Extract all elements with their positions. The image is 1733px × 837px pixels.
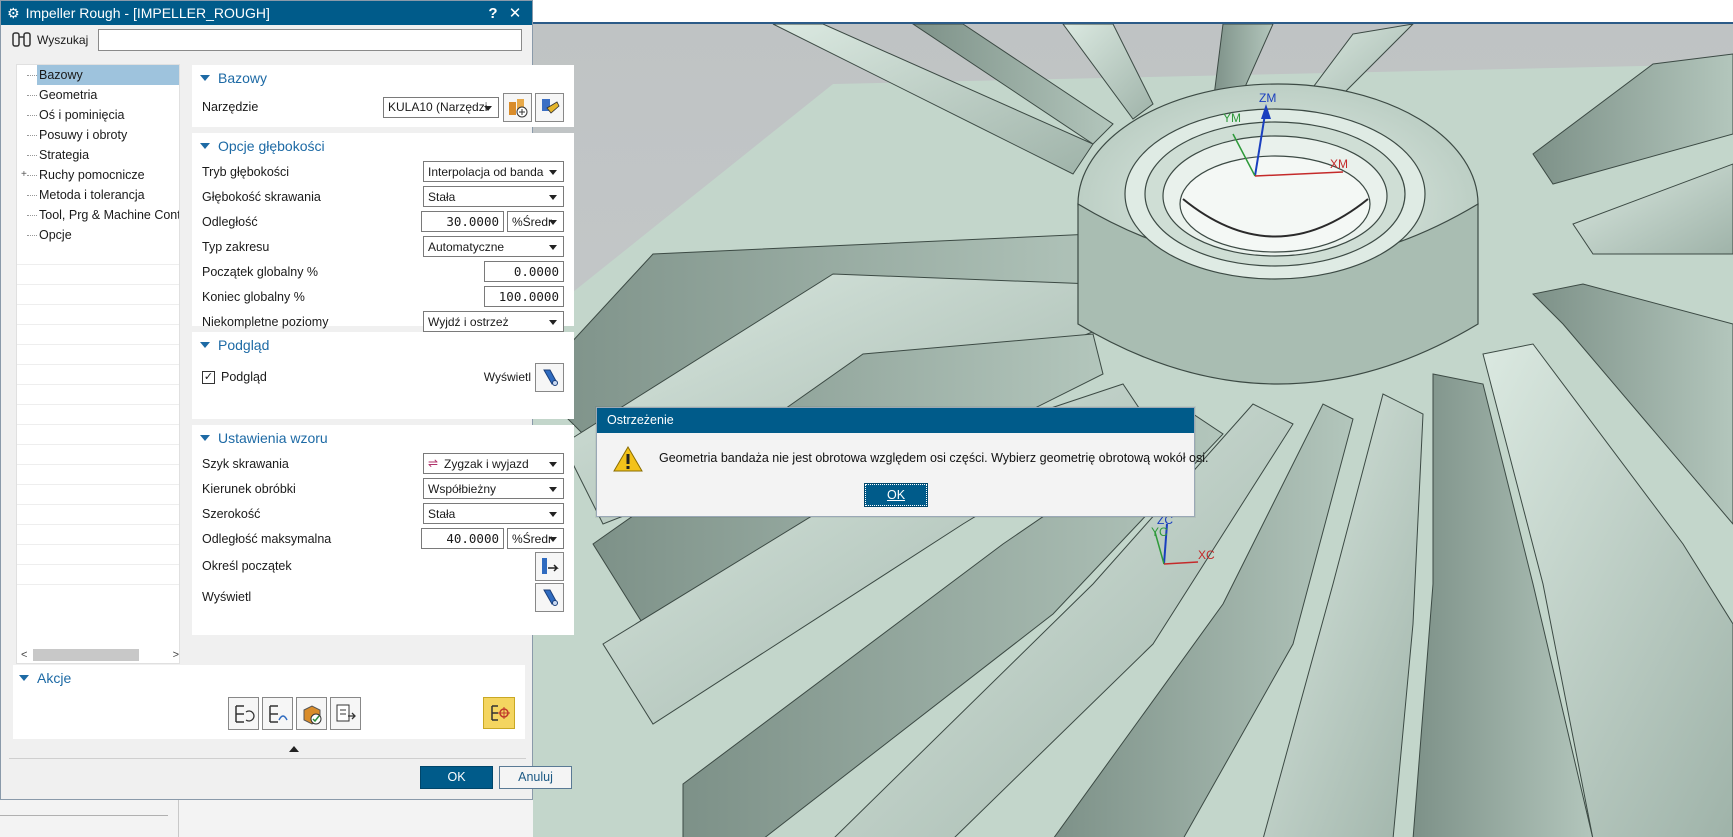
glebokosc-skrawania-label: Głębokość skrawania [202, 189, 321, 204]
tree-item-bazowy[interactable]: Bazowy [17, 65, 179, 85]
odleglosc-maksymalna-unit-select[interactable]: %Średr [507, 528, 564, 549]
tree-horizontal-scrollbar[interactable]: < > [17, 647, 179, 663]
warning-dialog: Ostrzeżenie Geometria bandaża nie jest o… [596, 407, 1208, 517]
background-divider [0, 815, 168, 816]
tree-item-opcje[interactable]: Opcje [17, 225, 179, 245]
warning-ok-button[interactable]: OK [864, 483, 928, 507]
background-divider [178, 800, 179, 837]
axis-label-xm: XM [1330, 157, 1348, 171]
group-podglad: Podgląd ✓ Podgląd Wyświetl [192, 332, 574, 419]
warning-title[interactable]: Ostrzeżenie [597, 408, 1194, 433]
tree-item-geometria[interactable]: Geometria [17, 85, 179, 105]
group-akcje: Akcje [13, 665, 525, 739]
niekompletne-poziomy-select[interactable]: Wyjdź i ostrzeż [423, 311, 564, 332]
tryb-glebokosci-select[interactable]: Interpolacja od banda [423, 161, 564, 182]
zigzag-icon: ⇌ [428, 456, 439, 470]
verify-icon[interactable] [296, 697, 327, 730]
expand-icon[interactable]: + [21, 165, 27, 185]
odleglosc-unit-select[interactable]: %Średr [507, 211, 564, 232]
scroll-left-button[interactable]: < [21, 649, 27, 661]
generate-icon[interactable] [228, 697, 259, 730]
koniec-globalny-label: Koniec globalny % [202, 289, 305, 304]
scroll-thumb[interactable] [33, 649, 139, 661]
tree-item-strategia[interactable]: Strategia [17, 145, 179, 165]
group-header-bazowy[interactable]: Bazowy [192, 65, 574, 91]
help-button[interactable]: ? [482, 5, 504, 22]
odleglosc-maksymalna-label: Odległość maksymalna [202, 531, 332, 546]
szerokosc-select[interactable]: Stała [423, 503, 564, 524]
tool-path-settings-icon[interactable] [483, 697, 515, 729]
ok-button[interactable]: OK [420, 766, 493, 789]
collapse-triangle-icon [19, 675, 29, 681]
poczatek-globalny-label: Początek globalny % [202, 264, 319, 279]
odleglosc-maksymalna-input[interactable]: 40.0000 [421, 528, 504, 549]
group-header-podglad[interactable]: Podgląd [192, 332, 574, 358]
search-label: Wyszukaj [37, 33, 89, 47]
poczatek-globalny-input[interactable]: 0.0000 [484, 261, 564, 282]
collapse-triangle-icon [200, 75, 210, 81]
impeller-rough-dialog: ⚙ Impeller Rough - [IMPELLER_ROUGH] ? ✕ … [0, 0, 574, 800]
kierunek-obrobki-label: Kierunek obróbki [202, 481, 296, 496]
okresl-poczatek-label: Określ początek [202, 559, 292, 573]
odleglosc-input[interactable]: 30.0000 [421, 211, 504, 232]
odleglosc-label: Odległość [202, 214, 258, 229]
koniec-globalny-input[interactable]: 100.0000 [484, 286, 564, 307]
tree-item-ruchy-pomocnicze[interactable]: + Ruchy pomocnicze [17, 165, 179, 185]
kierunek-obrobki-select[interactable]: Współbieżny [423, 478, 564, 499]
tree-item-os-i-pominiecia[interactable]: Oś i pominięcia [17, 105, 179, 125]
list-output-icon[interactable] [330, 697, 361, 730]
warning-icon [613, 446, 643, 475]
settings-panel: Bazowy Narzędzie KULA10 (Narzędzi Opcje … [192, 65, 574, 665]
axis-label-xc: XC [1198, 548, 1215, 562]
start-point-icon[interactable] [535, 551, 564, 581]
podglad-checkbox[interactable]: ✓ [202, 370, 215, 384]
cancel-button[interactable]: Anuluj [499, 766, 572, 789]
gear-icon: ⚙ [7, 4, 20, 21]
group-header-opcje-glebokosci[interactable]: Opcje głębokości [192, 133, 574, 159]
binoculars-icon [11, 30, 33, 51]
tool-select[interactable]: KULA10 (Narzędzi [383, 96, 499, 118]
tryb-glebokosci-label: Tryb głębokości [202, 164, 290, 179]
group-bazowy: Bazowy Narzędzie KULA10 (Narzędzi [192, 65, 574, 127]
tree-item-posuwy-i-obroty[interactable]: Posuwy i obroty [17, 125, 179, 145]
szyk-skrawania-select[interactable]: ⇌ Zygzak i wyjazd [423, 453, 564, 474]
wyswietl-label: Wyświetl [483, 370, 531, 384]
search-row: Wyszukaj [1, 25, 532, 55]
axis-label-ym: YM [1223, 111, 1241, 125]
replay-icon[interactable] [262, 697, 293, 730]
narzedzie-label: Narzędzie [202, 100, 259, 114]
group-header-ustawienia-wzoru[interactable]: Ustawienia wzoru [192, 425, 574, 451]
glebokosc-skrawania-select[interactable]: Stała [423, 186, 564, 207]
typ-zakresu-select[interactable]: Automatyczne [423, 236, 564, 257]
collapse-up-icon[interactable] [289, 746, 299, 752]
group-header-akcje[interactable]: Akcje [13, 665, 525, 691]
flashlight-icon[interactable] [535, 362, 564, 392]
collapse-triangle-icon [200, 435, 210, 441]
szerokosc-label: Szerokość [202, 506, 261, 521]
flashlight-icon[interactable] [535, 582, 564, 612]
divider [9, 758, 526, 759]
axis-label-zm: ZM [1259, 91, 1276, 105]
axis-label-yc: YC [1151, 525, 1168, 539]
podglad-checkbox-label: Podgląd [221, 370, 267, 384]
dialog-title: Impeller Rough - [IMPELLER_ROUGH] [25, 5, 270, 21]
tree-item-metoda-i-tolerancja[interactable]: Metoda i tolerancja [17, 185, 179, 205]
group-ustawienia-wzoru: Ustawienia wzoru Szyk skrawania ⇌ Zygzak… [192, 425, 574, 635]
wyswietl-pattern-label: Wyświetl [202, 590, 252, 604]
search-input[interactable] [98, 29, 522, 51]
scroll-right-button[interactable]: > [173, 649, 179, 661]
szyk-skrawania-label: Szyk skrawania [202, 456, 289, 471]
close-button[interactable]: ✕ [504, 4, 526, 22]
navigation-tree: Bazowy Geometria Oś i pominięcia Posuwy … [16, 64, 180, 664]
niekompletne-poziomy-label: Niekompletne poziomy [202, 314, 329, 329]
tree-item-tool-prg-machine[interactable]: Tool, Prg & Machine Contr [17, 205, 179, 225]
edit-tool-icon[interactable] [535, 92, 564, 122]
collapse-triangle-icon [200, 342, 210, 348]
warning-message: Geometria bandaża nie jest obrotowa wzgl… [659, 451, 1209, 465]
group-opcje-glebokosci: Opcje głębokości Tryb głębokości Interpo… [192, 133, 574, 332]
new-tool-icon[interactable] [503, 92, 532, 122]
typ-zakresu-label: Typ zakresu [202, 239, 270, 254]
dialog-titlebar[interactable]: ⚙ Impeller Rough - [IMPELLER_ROUGH] ? ✕ [1, 1, 532, 25]
collapse-triangle-icon [200, 143, 210, 149]
